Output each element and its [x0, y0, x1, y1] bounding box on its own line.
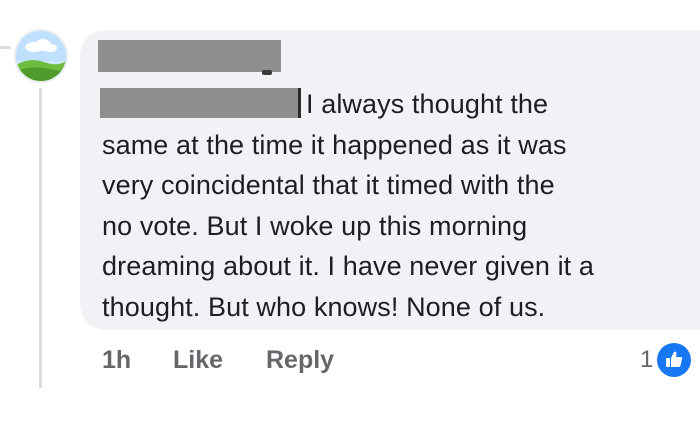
thread-line — [39, 88, 42, 388]
comment-line: thought. But who knows! None of us. — [102, 291, 546, 322]
avatar[interactable] — [16, 31, 66, 81]
redaction-artifact — [262, 70, 272, 75]
comment-line: very coincidental that it timed with the — [102, 170, 555, 200]
reaction-count: 1 — [640, 346, 654, 373]
thread-connector — [0, 46, 11, 49]
landscape-avatar-icon — [16, 31, 66, 81]
like-button[interactable]: Like — [173, 346, 223, 375]
comment-line: I always thought the — [306, 89, 549, 119]
comment-timestamp[interactable]: 1h — [102, 346, 131, 375]
comment-line: same at the time it happened as it was — [102, 129, 567, 160]
like-thumb-icon — [657, 343, 692, 377]
reply-button[interactable]: Reply — [266, 346, 334, 375]
comment-line: no vote. But I woke up this morning — [102, 210, 528, 241]
comment-line: dreaming about it. I have never given it… — [102, 251, 594, 281]
comment-text: I always thought the same at the time it… — [102, 84, 682, 327]
redacted-author-name — [98, 40, 281, 72]
reaction-summary[interactable]: 1 — [640, 340, 692, 380]
